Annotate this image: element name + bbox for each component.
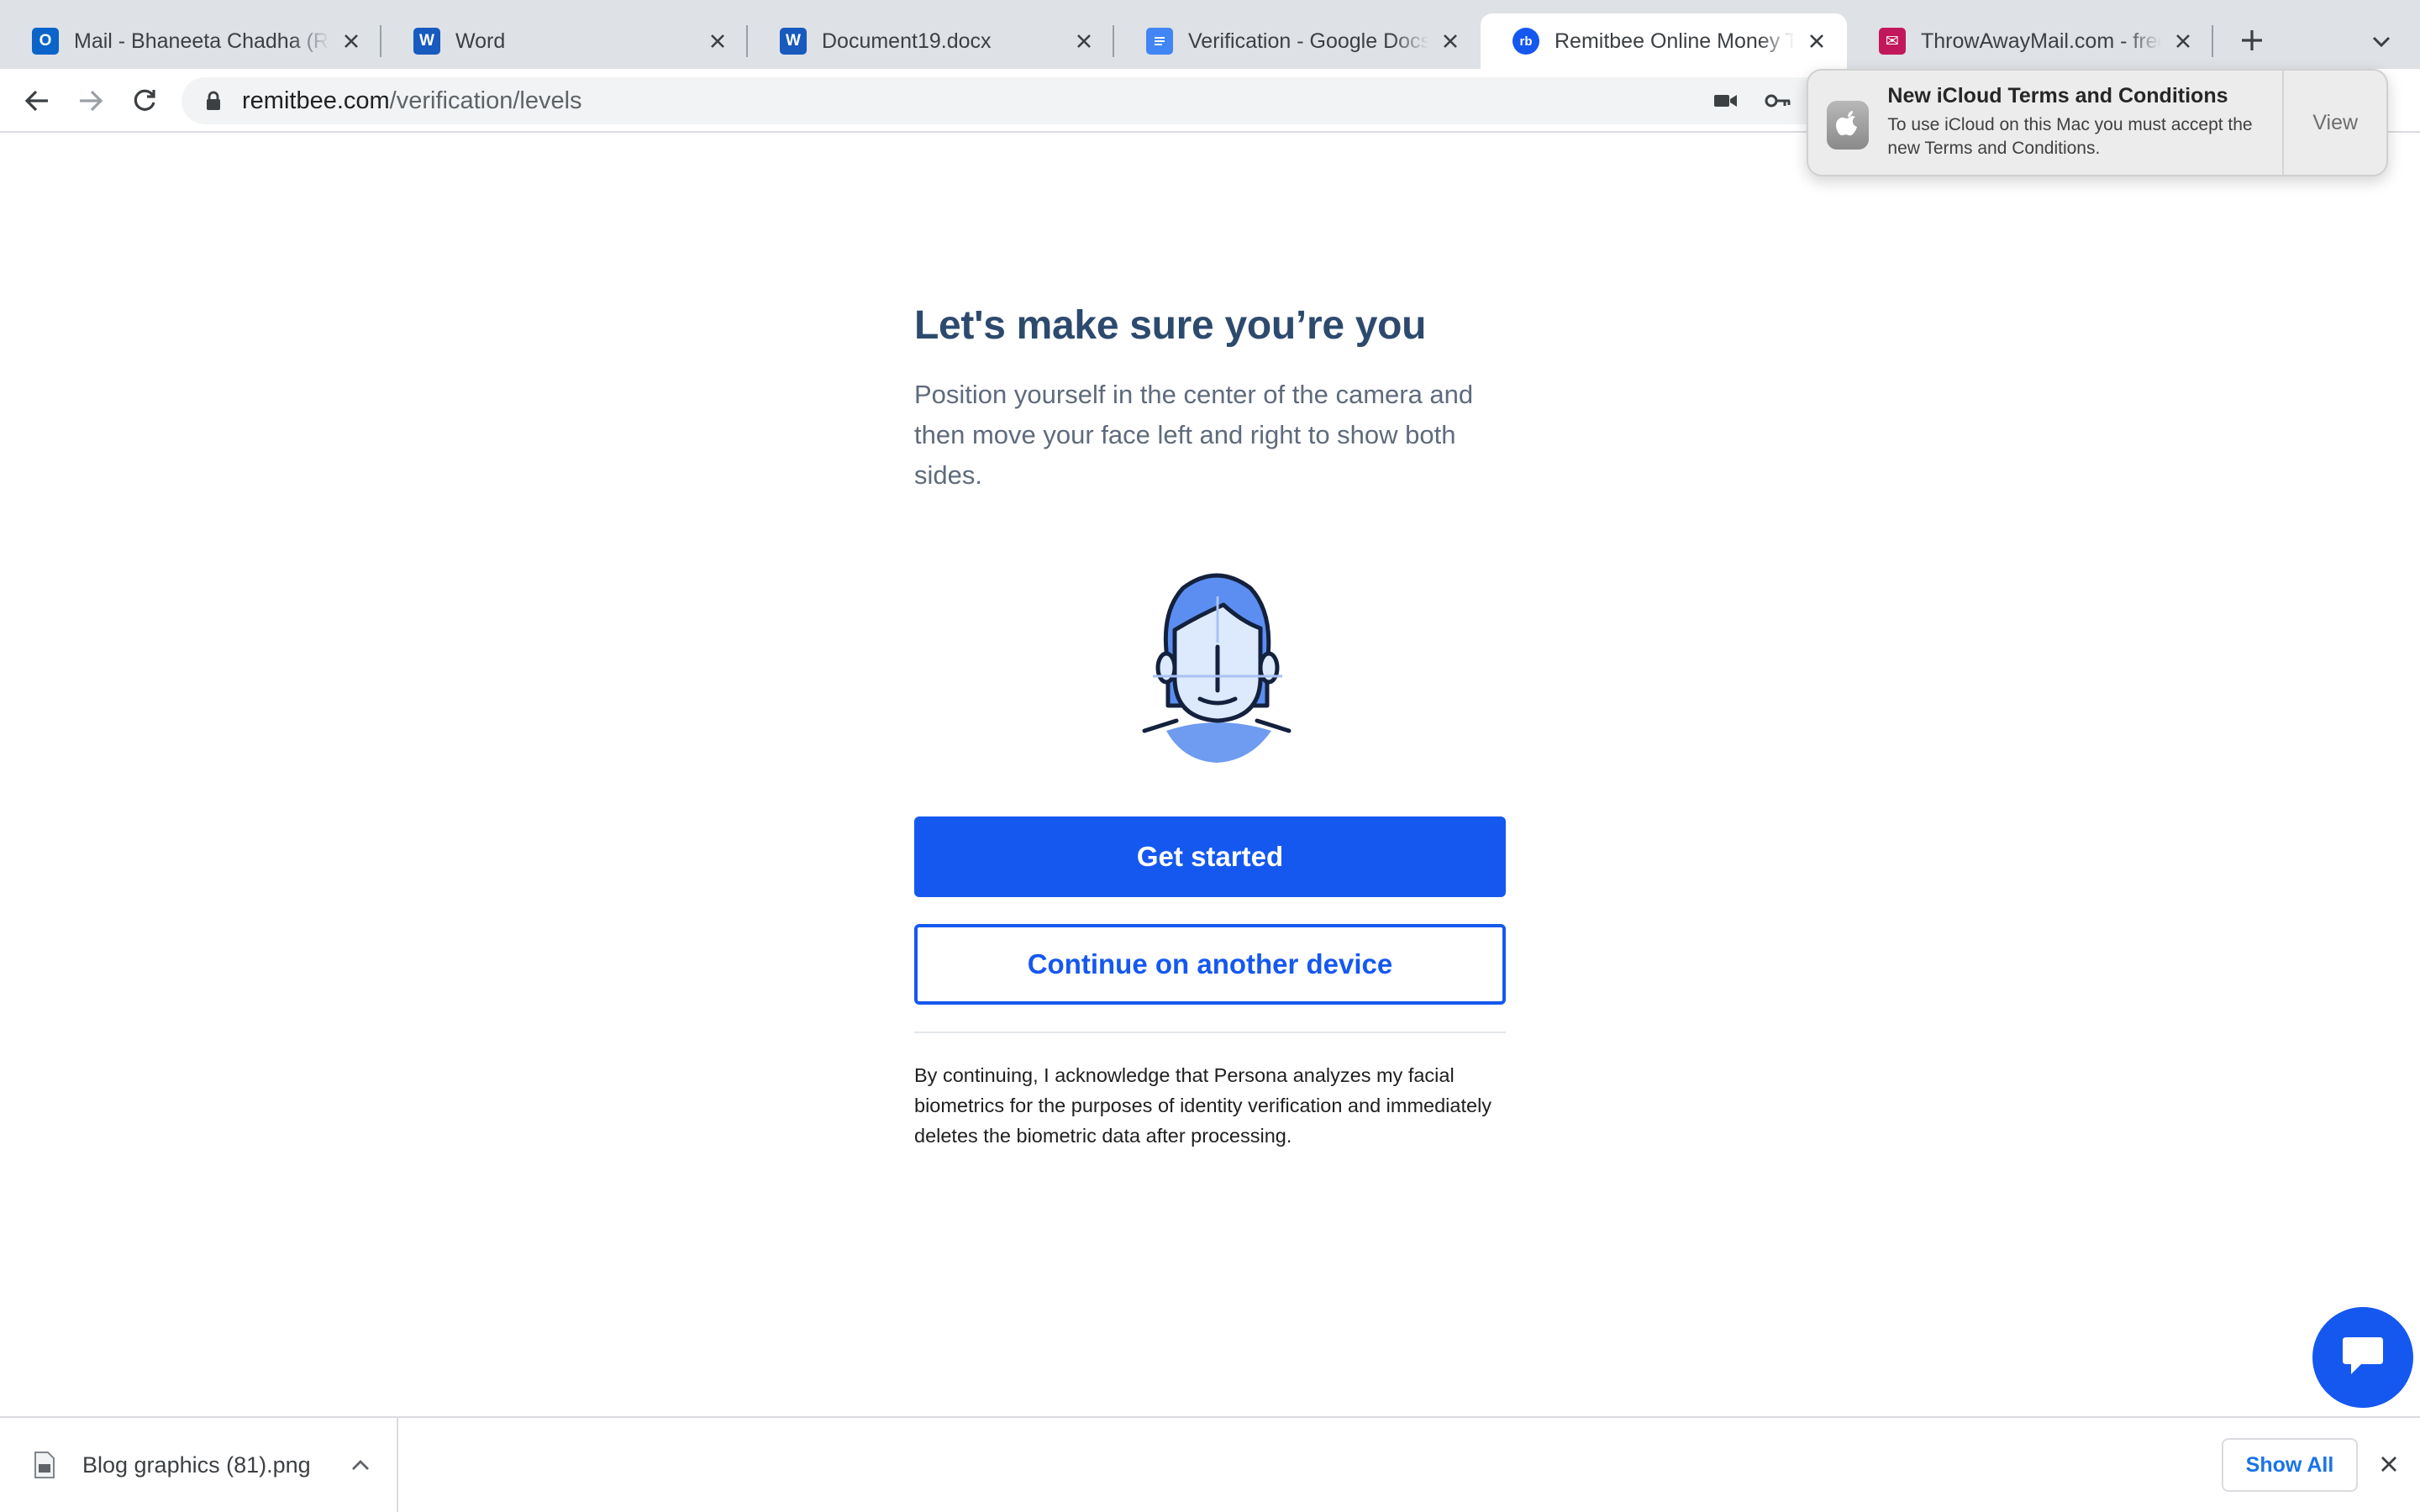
close-icon[interactable]	[1072, 29, 1096, 53]
tab-google-docs[interactable]: Verification - Google Docs	[1114, 13, 1481, 69]
new-tab-plus-icon[interactable]	[2235, 24, 2269, 57]
close-icon[interactable]	[2171, 29, 2195, 53]
notification-body: New iCloud Terms and Conditions To use i…	[1887, 71, 2282, 175]
tab-title: Word	[455, 29, 506, 53]
close-icon[interactable]	[1805, 29, 1828, 53]
chat-bubble-icon	[2338, 1334, 2388, 1382]
page-title: Let's make sure you’re you	[914, 303, 1427, 348]
continue-on-another-device-button[interactable]: Continue on another device	[914, 924, 1506, 1005]
tab-mail[interactable]: O Mail - Bhaneeta Chadha (Remitbee)	[0, 13, 381, 69]
get-started-button[interactable]: Get started	[914, 816, 1506, 897]
outlook-icon: O	[32, 28, 59, 55]
notification-title: New iCloud Terms and Conditions	[1887, 84, 2228, 108]
google-docs-icon	[1146, 28, 1173, 55]
word-icon: W	[413, 28, 440, 55]
address-bar[interactable]: remitbee.com/verification/levels	[182, 77, 1845, 124]
forward-arrow-icon[interactable]	[74, 84, 108, 118]
tab-title: ThrowAwayMail.com - free	[1921, 29, 2161, 53]
download-shelf: Blog graphics (81).png Show All	[0, 1416, 2420, 1512]
tab-word[interactable]: W Word	[381, 13, 748, 69]
close-icon[interactable]	[706, 29, 729, 53]
key-icon[interactable]	[1761, 84, 1795, 118]
verification-panel: Let's make sure you’re you Position your…	[914, 302, 1506, 1147]
download-file-name: Blog graphics (81).png	[82, 1452, 311, 1478]
divider	[914, 1032, 1506, 1033]
show-all-button[interactable]: Show All	[2222, 1438, 2358, 1492]
tab-throwawaymail[interactable]: ✉ ThrowAwayMail.com - free	[1847, 13, 2213, 69]
word-icon: W	[780, 28, 807, 55]
back-arrow-icon[interactable]	[20, 84, 54, 118]
tab-title: Verification - Google Docs	[1188, 29, 1428, 53]
notification-text: To use iCloud on this Mac you must accep…	[1887, 115, 2253, 158]
url-text: remitbee.com/verification/levels	[242, 87, 582, 114]
apple-icon	[1827, 101, 1870, 150]
notification-view-button[interactable]: View	[2282, 71, 2386, 175]
tab-title: Document19.docx	[822, 29, 992, 53]
close-icon[interactable]	[1439, 29, 1462, 53]
tab-separator	[2212, 25, 2213, 57]
tab-remitbee[interactable]: rb Remitbee Online Money Transfer	[1481, 13, 1847, 69]
throwawaymail-icon: ✉	[1879, 28, 1906, 55]
biometric-disclaimer: By continuing, I acknowledge that Person…	[914, 1064, 1492, 1147]
image-file-icon	[34, 1451, 55, 1479]
chevron-down-icon[interactable]	[2366, 27, 2396, 57]
icloud-notification[interactable]: New iCloud Terms and Conditions To use i…	[1807, 69, 2388, 176]
page-description: Position yourself in the center of the c…	[914, 380, 1474, 490]
tab-title: Mail - Bhaneeta Chadha (Remitbee)	[74, 29, 329, 53]
download-item[interactable]: Blog graphics (81).png	[0, 1418, 398, 1512]
close-icon[interactable]	[2375, 1450, 2403, 1478]
close-icon[interactable]	[339, 29, 363, 53]
lock-icon[interactable]	[202, 89, 225, 113]
chevron-up-icon[interactable]	[348, 1452, 373, 1478]
tab-document19[interactable]: W Document19.docx	[748, 13, 1114, 69]
camera-icon[interactable]	[1709, 84, 1743, 118]
face-scan-icon	[1116, 563, 1318, 773]
tab-strip: O Mail - Bhaneeta Chadha (Remitbee) W Wo…	[0, 0, 2420, 69]
chat-widget-button[interactable]	[2312, 1307, 2413, 1408]
remitbee-icon: rb	[1512, 28, 1539, 55]
reload-icon[interactable]	[128, 84, 161, 118]
tab-title: Remitbee Online Money Transfer	[1555, 29, 1795, 53]
